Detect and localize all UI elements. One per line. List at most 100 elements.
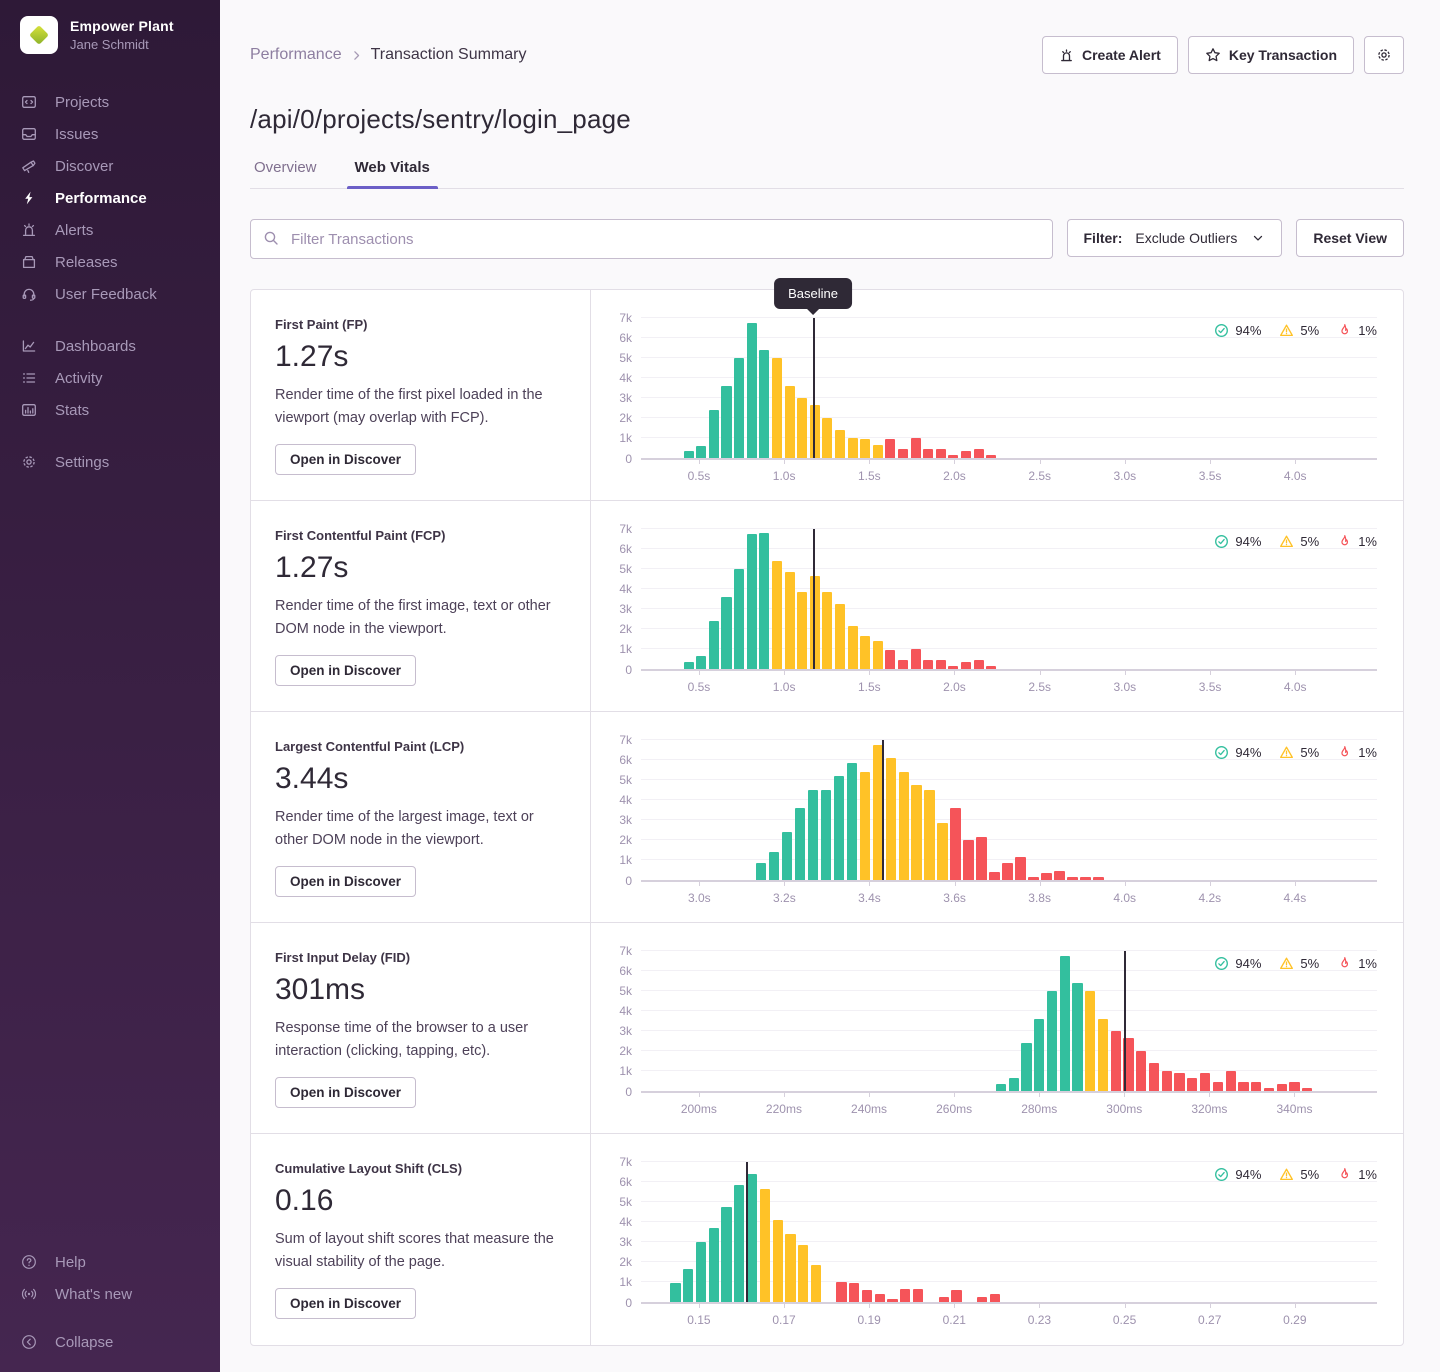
histogram-bar[interactable] <box>898 660 908 669</box>
open-in-discover-button[interactable]: Open in Discover <box>275 444 416 475</box>
histogram-bar[interactable] <box>696 1242 706 1302</box>
histogram-bar[interactable] <box>847 763 857 880</box>
histogram-bar[interactable] <box>797 592 807 669</box>
histogram-bar[interactable] <box>1238 1082 1248 1091</box>
histogram-bar[interactable] <box>696 656 706 669</box>
histogram-bar[interactable] <box>734 569 744 669</box>
sidebar-item-dashboards[interactable]: Dashboards <box>0 330 220 362</box>
key-transaction-button[interactable]: Key Transaction <box>1188 36 1354 74</box>
histogram-bar[interactable] <box>898 449 908 458</box>
histogram-bar[interactable] <box>1047 991 1057 1091</box>
histogram-bar[interactable] <box>939 1297 949 1302</box>
histogram-bar[interactable] <box>772 561 782 669</box>
sidebar-item-settings[interactable]: Settings <box>0 446 220 478</box>
histogram-bar[interactable] <box>1060 956 1070 1091</box>
sidebar-item-alerts[interactable]: Alerts <box>0 214 220 246</box>
histogram-bar[interactable] <box>835 604 845 669</box>
histogram-bar[interactable] <box>1174 1073 1184 1091</box>
histogram-bar[interactable] <box>1277 1084 1287 1091</box>
histogram-bar[interactable] <box>684 662 694 669</box>
histogram-bar[interactable] <box>860 772 870 880</box>
histogram-bar[interactable] <box>936 449 946 458</box>
histogram-bar[interactable] <box>887 1299 897 1302</box>
histogram-bar[interactable] <box>772 358 782 458</box>
sidebar-item-stats[interactable]: Stats <box>0 394 220 426</box>
histogram-bar[interactable] <box>1213 1082 1223 1091</box>
histogram-bar[interactable] <box>862 1290 872 1302</box>
histogram-bar[interactable] <box>1162 1071 1172 1091</box>
histogram-bar[interactable] <box>923 660 933 669</box>
histogram-bar[interactable] <box>976 837 986 880</box>
histogram-bar[interactable] <box>747 1174 757 1302</box>
sidebar-item-performance[interactable]: Performance <box>0 182 220 214</box>
histogram-bar[interactable] <box>785 1234 795 1302</box>
histogram-bar[interactable] <box>885 439 895 458</box>
histogram-bar[interactable] <box>996 1084 1006 1091</box>
histogram-bar[interactable] <box>860 439 870 458</box>
histogram-bar[interactable] <box>1093 877 1103 880</box>
histogram-bar[interactable] <box>1041 873 1051 880</box>
open-in-discover-button[interactable]: Open in Discover <box>275 1077 416 1108</box>
histogram-bar[interactable] <box>1028 877 1038 880</box>
histogram-bar[interactable] <box>835 430 845 458</box>
histogram-bar[interactable] <box>1067 877 1077 880</box>
histogram-bar[interactable] <box>684 451 694 458</box>
settings-button[interactable] <box>1364 36 1404 74</box>
histogram-bar[interactable] <box>1136 1051 1146 1091</box>
histogram-bar[interactable] <box>769 852 779 880</box>
histogram-bar[interactable] <box>670 1283 680 1302</box>
histogram-bar[interactable] <box>1289 1082 1299 1091</box>
histogram-bar[interactable] <box>785 386 795 458</box>
histogram-bar[interactable] <box>950 808 960 880</box>
histogram-bar[interactable] <box>834 776 844 880</box>
histogram-bar[interactable] <box>900 1289 910 1302</box>
histogram-bar[interactable] <box>961 451 971 458</box>
histogram-bar[interactable] <box>948 455 958 458</box>
sidebar-item-releases[interactable]: Releases <box>0 246 220 278</box>
histogram-bar[interactable] <box>785 572 795 669</box>
histogram-bar[interactable] <box>1098 1019 1108 1091</box>
sidebar-item-user-feedback[interactable]: User Feedback <box>0 278 220 310</box>
histogram-bar[interactable] <box>709 410 719 458</box>
histogram-bar[interactable] <box>747 534 757 669</box>
histogram-bar[interactable] <box>974 449 984 458</box>
histogram-bar[interactable] <box>873 445 883 458</box>
histogram-bar[interactable] <box>1085 991 1095 1091</box>
reset-view-button[interactable]: Reset View <box>1296 219 1404 257</box>
histogram-bar[interactable] <box>797 398 807 458</box>
histogram-bar[interactable] <box>911 438 921 458</box>
histogram-bar[interactable] <box>1015 857 1025 880</box>
sidebar-item-issues[interactable]: Issues <box>0 118 220 150</box>
histogram-bar[interactable] <box>886 758 896 880</box>
histogram-bar[interactable] <box>1080 877 1090 880</box>
histogram-bar[interactable] <box>1200 1073 1210 1091</box>
histogram-bar[interactable] <box>795 808 805 880</box>
sidebar-collapse-button[interactable]: Collapse <box>0 1326 220 1358</box>
histogram-bar[interactable] <box>1149 1063 1159 1091</box>
histogram-bar[interactable] <box>1034 1019 1044 1091</box>
histogram-bar[interactable] <box>696 446 706 458</box>
histogram-bar[interactable] <box>1251 1082 1261 1091</box>
histogram-bar[interactable] <box>923 449 933 458</box>
histogram-bar[interactable] <box>875 1294 885 1302</box>
histogram-bar[interactable] <box>1021 1043 1031 1091</box>
tab-web-vitals[interactable]: Web Vitals <box>351 159 434 188</box>
histogram-bar[interactable] <box>961 662 971 669</box>
histogram-bar[interactable] <box>1187 1078 1197 1091</box>
histogram-bar[interactable] <box>836 1282 846 1302</box>
histogram-bar[interactable] <box>822 418 832 458</box>
histogram-bar[interactable] <box>798 1245 808 1302</box>
histogram-bar[interactable] <box>822 592 832 669</box>
histogram-bar[interactable] <box>1072 983 1082 1091</box>
open-in-discover-button[interactable]: Open in Discover <box>275 1288 416 1319</box>
histogram-bar[interactable] <box>760 1189 770 1302</box>
org-switcher[interactable]: Empower Plant Jane Schmidt <box>0 0 220 64</box>
sidebar-item-help[interactable]: Help <box>0 1246 220 1278</box>
sidebar-item-projects[interactable]: Projects <box>0 86 220 118</box>
histogram-bar[interactable] <box>1002 863 1012 880</box>
histogram-bar[interactable] <box>1264 1088 1274 1091</box>
histogram-bar[interactable] <box>948 666 958 669</box>
histogram-bar[interactable] <box>849 1283 859 1302</box>
histogram-bar[interactable] <box>709 621 719 669</box>
filter-transactions-input[interactable] <box>250 219 1053 259</box>
